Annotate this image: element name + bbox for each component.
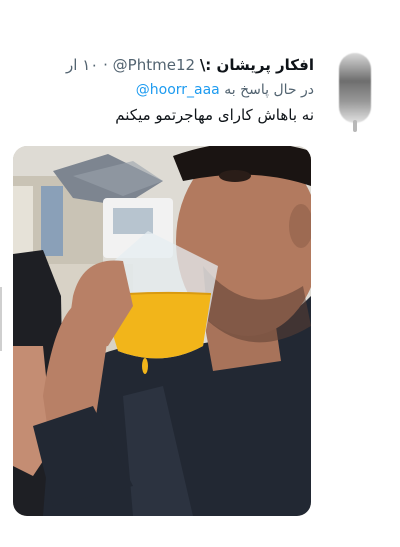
tweet-media[interactable] <box>13 146 311 516</box>
replying-to: در حال پاسخ به @hoorr_aaa <box>136 80 314 100</box>
display-name[interactable]: افکار پریشان :\ <box>200 56 314 74</box>
replying-to-handle[interactable]: @hoorr_aaa <box>136 82 220 98</box>
tweet-header: افکار پریشان :\ @Phtme12 · ۱۰ ار <box>66 56 314 74</box>
scroll-indicator <box>0 287 2 351</box>
photo-icon <box>13 146 311 516</box>
replying-to-label: در حال پاسخ به <box>224 82 314 98</box>
tweet-text: نه باهاش کارای مهاجرتمو میکنم <box>115 106 314 124</box>
user-handle[interactable]: @Phtme12 <box>113 56 195 74</box>
avatar[interactable] <box>339 53 371 123</box>
tweet[interactable]: افکار پریشان :\ @Phtme12 · ۱۰ ار در حال … <box>0 0 400 547</box>
thread-line <box>353 120 357 132</box>
tweet-time[interactable]: ۱۰ ار <box>66 56 98 74</box>
